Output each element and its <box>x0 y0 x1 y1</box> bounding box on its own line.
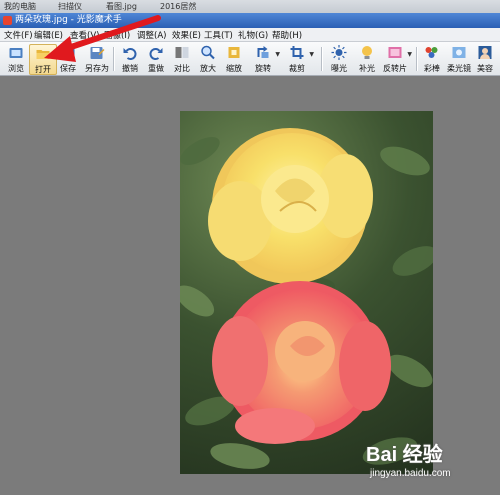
menu-edit[interactable]: 编辑(E) <box>34 29 63 41</box>
negative-button[interactable]: 反转片 ▼ <box>382 44 412 73</box>
main-toolbar: 浏览 打开 保存 另存为 撤销 重做 对比 放大 缩放 旋转 ▼ 裁剪 ▼ 曝光… <box>0 42 500 76</box>
beauty-label: 美容 <box>477 64 493 73</box>
window-titlebar: 两朵玫瑰.jpg - 光影魔术手 <box>0 13 500 28</box>
save-as-icon <box>90 47 105 59</box>
crop-label: 裁剪 <box>289 64 305 73</box>
chevron-down-icon[interactable]: ▼ <box>309 51 314 58</box>
save-icon <box>61 46 75 59</box>
app-icon <box>3 16 12 25</box>
rotate-button[interactable]: 旋转 ▼ <box>250 44 280 73</box>
taskbar-item[interactable]: 我的电脑 <box>4 1 36 12</box>
palette-icon <box>425 47 438 58</box>
beauty-button[interactable]: 美容 <box>472 44 498 73</box>
resize-icon <box>228 47 240 58</box>
menu-gifts[interactable]: 礼物(G) <box>238 29 268 41</box>
menu-help[interactable]: 帮助(H) <box>272 29 302 41</box>
redo-icon <box>149 48 163 60</box>
menu-effects[interactable]: 效果(E) <box>172 29 201 41</box>
crop-button[interactable]: 裁剪 ▼ <box>284 44 314 73</box>
contrast-icon <box>175 47 189 58</box>
menu-tools[interactable]: 工具(T) <box>204 29 233 41</box>
magnifier-icon <box>201 45 215 60</box>
negative-label: 反转片 <box>383 64 407 73</box>
menu-adjust[interactable]: 调整(A) <box>137 29 166 41</box>
menu-image[interactable]: 图像(I) <box>104 29 130 41</box>
chevron-down-icon[interactable]: ▼ <box>275 51 280 58</box>
chevron-down-icon[interactable]: ▼ <box>407 51 412 58</box>
menu-view[interactable]: 查看(V) <box>70 29 99 41</box>
taskbar-item[interactable]: 2016居然 <box>160 1 196 12</box>
folder-open-icon <box>36 50 50 59</box>
crop-icon <box>290 46 304 59</box>
save-as-button[interactable]: 另存为 <box>84 44 110 73</box>
soft-focus-icon <box>452 47 466 58</box>
rose-photo[interactable] <box>180 111 433 474</box>
film-icon <box>388 47 402 58</box>
rotate-icon <box>257 46 269 58</box>
sun-icon <box>331 45 347 60</box>
watermark-url: jingyan.baidu.com <box>370 468 451 479</box>
taskbar-item[interactable]: 看图.jpg <box>106 1 137 12</box>
photo-canvas <box>180 128 433 469</box>
bulb-icon <box>362 46 372 59</box>
menu-file[interactable]: 文件(F) <box>4 29 33 41</box>
taskbar-item[interactable]: 扫描仪 <box>58 1 82 12</box>
menubar: 文件(F) 编辑(E) 查看(V) 图像(I) 调整(A) 效果(E) 工具(T… <box>0 28 500 42</box>
window-title: 两朵玫瑰.jpg - 光影魔术手 <box>15 15 122 25</box>
portrait-icon <box>478 46 492 59</box>
taskbar-strip: 我的电脑 扫描仪 看图.jpg 2016居然 <box>0 0 500 13</box>
watermark: Bai 经验 jingyan.baidu.com <box>358 438 498 490</box>
pink-rose <box>212 281 391 444</box>
yellow-rose <box>208 128 373 284</box>
browse-icon <box>9 48 23 58</box>
undo-icon <box>123 48 137 60</box>
watermark-logo: Bai 经验 <box>366 444 443 466</box>
rotate-label: 旋转 <box>255 64 271 73</box>
